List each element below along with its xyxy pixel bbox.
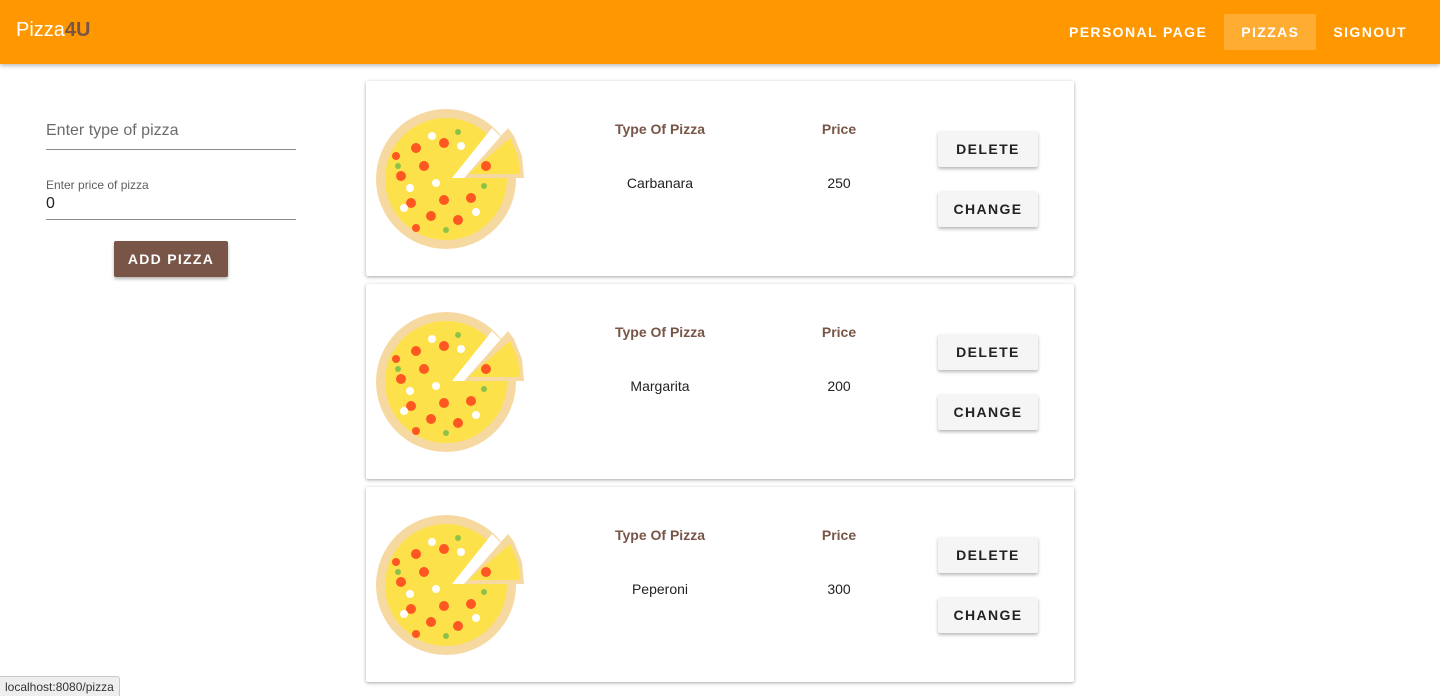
change-button[interactable]: CHANGE — [938, 394, 1038, 430]
delete-button[interactable]: DELETE — [938, 537, 1038, 573]
pizza-price-label: Enter price of pizza — [46, 178, 149, 192]
pizza-price-field: Enter price of pizza — [46, 178, 296, 220]
pizza-price-input[interactable] — [46, 195, 296, 213]
pizza-price-value: 200 — [827, 378, 851, 394]
brand-logo[interactable]: Pizza4U — [16, 19, 90, 42]
top-nav: PERSONAL PAGE PIZZAS SIGNOUT — [1052, 14, 1424, 50]
delete-button[interactable]: DELETE — [938, 131, 1038, 167]
brand-name: Pizza — [16, 19, 65, 41]
type-column-header: Type Of Pizza — [615, 324, 705, 340]
pizza-list: Type Of Pizza Price Carbanara 250 DELETE… — [366, 81, 1074, 690]
type-column-header: Type Of Pizza — [615, 527, 705, 543]
price-column-header: Price — [821, 121, 857, 137]
pizza-price-value: 300 — [827, 581, 851, 597]
pizza-type-input[interactable] — [46, 122, 296, 140]
pizza-icon — [376, 109, 524, 249]
pizza-type-field — [46, 108, 296, 150]
type-column-header: Type Of Pizza — [615, 121, 705, 137]
pizza-card: Type Of Pizza Price Peperoni 300 DELETE … — [366, 487, 1074, 682]
pizza-type-value: Margarita — [630, 378, 690, 394]
app-bar: Pizza4U PERSONAL PAGE PIZZAS SIGNOUT — [0, 0, 1440, 64]
pizza-price-value: 250 — [827, 175, 851, 191]
nav-pizzas[interactable]: PIZZAS — [1224, 14, 1317, 50]
pizza-icon — [376, 312, 524, 452]
price-column-header: Price — [821, 527, 857, 543]
pizza-icon — [376, 515, 524, 655]
delete-button[interactable]: DELETE — [938, 334, 1038, 370]
nav-signout[interactable]: SIGNOUT — [1316, 14, 1424, 50]
add-pizza-button[interactable]: ADD PIZZA — [114, 241, 228, 277]
change-button[interactable]: CHANGE — [938, 597, 1038, 633]
price-column-header: Price — [821, 324, 857, 340]
pizza-type-value: Peperoni — [631, 581, 689, 597]
brand-accent: 4U — [64, 19, 91, 41]
status-bar-url: localhost:8080/pizza — [0, 676, 120, 696]
pizza-card: Type Of Pizza Price Margarita 200 DELETE… — [366, 284, 1074, 479]
change-button[interactable]: CHANGE — [938, 191, 1038, 227]
pizza-type-value: Carbanara — [626, 175, 694, 191]
add-pizza-form: Enter price of pizza ADD PIZZA — [46, 108, 296, 277]
nav-personal-page[interactable]: PERSONAL PAGE — [1052, 14, 1224, 50]
pizza-card: Type Of Pizza Price Carbanara 250 DELETE… — [366, 81, 1074, 276]
